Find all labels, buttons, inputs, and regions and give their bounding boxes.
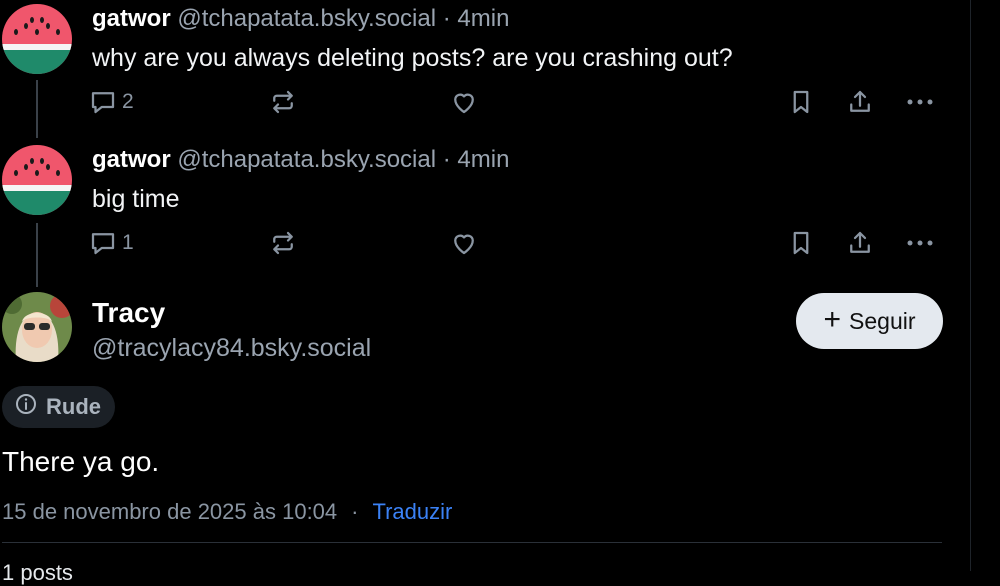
thread-post-2[interactable]: gatwor @tchapatata.bsky.social · 4min bi… [0, 141, 960, 287]
post-date: 15 de novembro de 2025 às 10:04 [2, 499, 338, 524]
reply-count: 2 [122, 90, 134, 113]
more-icon [904, 228, 936, 258]
thread-post-1[interactable]: gatwor @tchapatata.bsky.social · 4min wh… [0, 0, 960, 140]
reply-icon [88, 87, 118, 117]
main-post-text: There ya go. [2, 446, 160, 477]
avatar[interactable] [2, 145, 72, 215]
post-text: big time [92, 185, 180, 213]
author-handle[interactable]: @tchapatata.bsky.social [177, 146, 436, 173]
post-actions: 2 [88, 85, 948, 119]
author-name[interactable]: gatwor [92, 5, 171, 32]
share-icon [845, 228, 875, 258]
avatar[interactable] [2, 4, 72, 74]
thread-connector [36, 80, 38, 138]
bookmark-icon [786, 228, 816, 258]
info-icon [14, 392, 38, 422]
label-text: Rude [46, 394, 101, 419]
column-border [970, 0, 971, 571]
share-button[interactable] [845, 85, 875, 119]
bookmark-button[interactable] [786, 226, 816, 260]
reply-count: 1 [122, 231, 134, 254]
meta-separator: · [351, 499, 359, 524]
author-name[interactable]: gatwor [92, 146, 171, 173]
post-text: why are you always deleting posts? are y… [92, 44, 733, 72]
main-author-handle[interactable]: @tracylacy84.bsky.social [92, 333, 371, 363]
post-header: gatwor @tchapatata.bsky.social · 4min [92, 5, 509, 33]
post-time[interactable]: · 4min [443, 5, 510, 32]
main-post-avatar[interactable] [2, 292, 72, 362]
reply-button[interactable]: 2 [88, 85, 134, 119]
bookmark-button[interactable] [786, 85, 816, 119]
more-icon [904, 87, 936, 117]
follow-button[interactable]: + Seguir [796, 293, 943, 349]
main-author-name[interactable]: Tracy [92, 296, 165, 330]
post-header: gatwor @tchapatata.bsky.social · 4min [92, 146, 509, 174]
post-stats[interactable]: 1 posts [2, 560, 73, 586]
post-meta: 15 de novembro de 2025 às 10:04 · Traduzir [2, 497, 452, 527]
heart-icon [449, 228, 479, 258]
repost-button[interactable] [268, 226, 298, 260]
heart-icon [449, 87, 479, 117]
translate-link[interactable]: Traduzir [372, 499, 452, 524]
plus-icon: + [823, 302, 842, 336]
author-handle[interactable]: @tchapatata.bsky.social [177, 5, 436, 32]
moderation-label[interactable]: Rude [2, 386, 115, 428]
reply-button[interactable]: 1 [88, 226, 134, 260]
post-actions: 1 [88, 226, 948, 260]
like-button[interactable] [449, 226, 479, 260]
like-button[interactable] [449, 85, 479, 119]
share-button[interactable] [845, 226, 875, 260]
follow-label: Seguir [849, 307, 916, 334]
thread-connector [36, 223, 38, 287]
post-time[interactable]: · 4min [443, 146, 510, 173]
repost-button[interactable] [268, 85, 298, 119]
repost-icon [268, 87, 298, 117]
reply-icon [88, 228, 118, 258]
bookmark-icon [786, 87, 816, 117]
more-options-button[interactable] [904, 226, 936, 260]
more-options-button[interactable] [904, 85, 936, 119]
share-icon [845, 87, 875, 117]
repost-icon [268, 228, 298, 258]
divider [2, 542, 942, 543]
